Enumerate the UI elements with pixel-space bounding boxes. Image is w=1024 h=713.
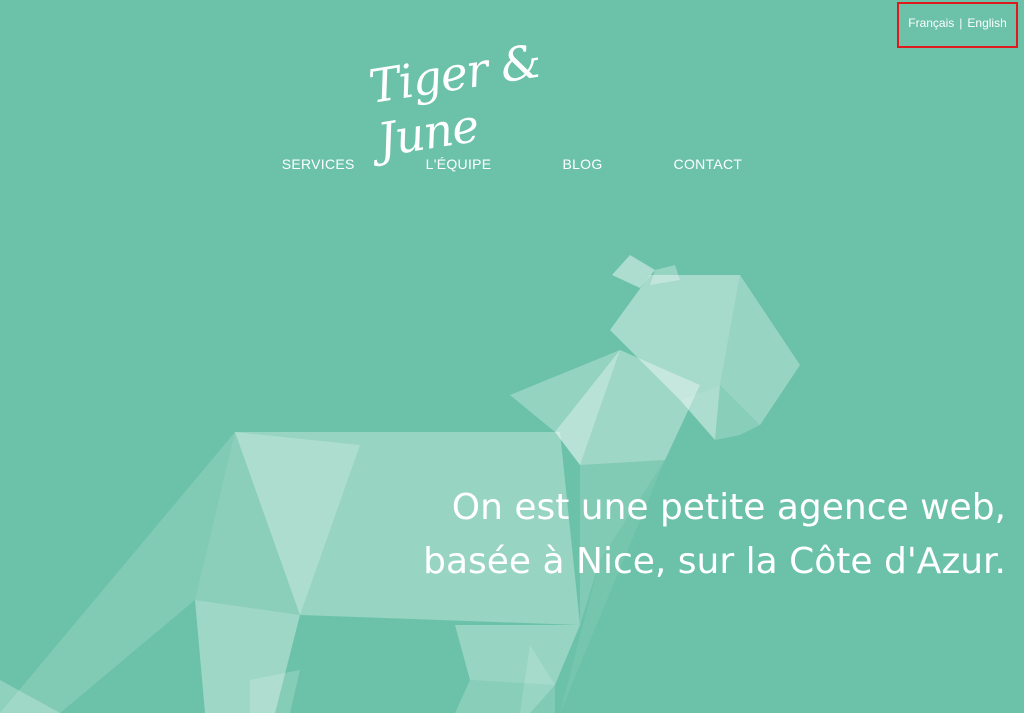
lang-separator: | (959, 16, 963, 30)
hero-tagline: On est une petite agence web, basée à Ni… (406, 481, 1006, 589)
nav-item-equipe[interactable]: L'ÉQUIPE (426, 156, 492, 172)
nav-item-contact[interactable]: CONTACT (674, 156, 743, 172)
lang-english-link[interactable]: English (967, 16, 1006, 30)
language-switcher: Français | English (897, 2, 1018, 48)
origami-tiger-illustration (0, 255, 800, 713)
site-logo[interactable]: Tiger & June (365, 21, 658, 168)
nav-item-services[interactable]: SERVICES (282, 156, 355, 172)
hero-line-2: basée à Nice, sur la Côte d'Azur. (423, 541, 1006, 582)
hero-line-1: On est une petite agence web, (451, 487, 1006, 528)
main-nav: SERVICES L'ÉQUIPE BLOG CONTACT (0, 156, 1024, 172)
nav-item-blog[interactable]: BLOG (562, 156, 602, 172)
lang-french-link[interactable]: Français (908, 16, 954, 30)
